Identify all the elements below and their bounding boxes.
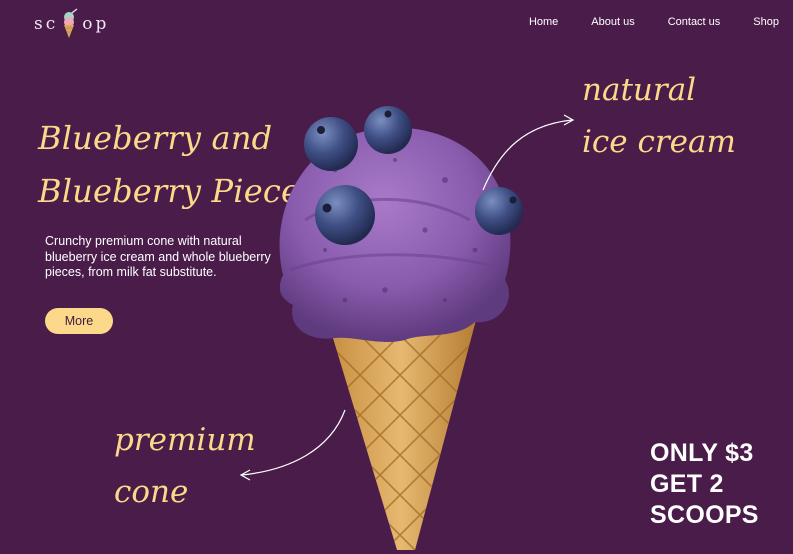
hero-title: Blueberry and Blueberry Pieces — [38, 112, 317, 218]
logo-text-start: sc — [34, 14, 59, 34]
more-button[interactable]: More — [45, 308, 113, 334]
blueberry-ice-cream-cone-photo — [279, 106, 523, 550]
hero-title-line-2: Blueberry Pieces — [38, 172, 317, 210]
premium-callout-line-2: cone — [114, 474, 189, 510]
logo-text-end: op — [82, 14, 110, 34]
natural-callout-line-2: ice cream — [582, 124, 736, 160]
logo[interactable]: sc op — [34, 6, 124, 42]
main-nav: Home About us Contact us Shop — [529, 14, 779, 30]
hero-description: Crunchy premium cone with natural bluebe… — [45, 234, 271, 279]
offer-line-2: GET 2 — [650, 470, 724, 498]
nav-about-us[interactable]: About us — [591, 14, 634, 30]
nav-shop[interactable]: Shop — [753, 14, 779, 30]
landing-page: sc op Home About us Contact us Shop Blue… — [0, 0, 793, 554]
natural-ice-cream-callout: natural ice cream — [582, 64, 736, 168]
natural-callout-line-1: natural — [582, 72, 697, 108]
nav-home[interactable]: Home — [529, 14, 558, 30]
nav-contact-us[interactable]: Contact us — [668, 14, 721, 30]
ice-cream-cone-icon — [60, 8, 78, 40]
price-offer: ONLY $3 GET 2 SCOOPS — [650, 438, 759, 531]
premium-cone-callout: premium cone — [114, 414, 256, 518]
hero-title-line-1: Blueberry and — [38, 119, 273, 157]
offer-line-3: SCOOPS — [650, 501, 759, 529]
premium-callout-line-1: premium — [114, 422, 256, 458]
offer-line-1: ONLY $3 — [650, 439, 754, 467]
